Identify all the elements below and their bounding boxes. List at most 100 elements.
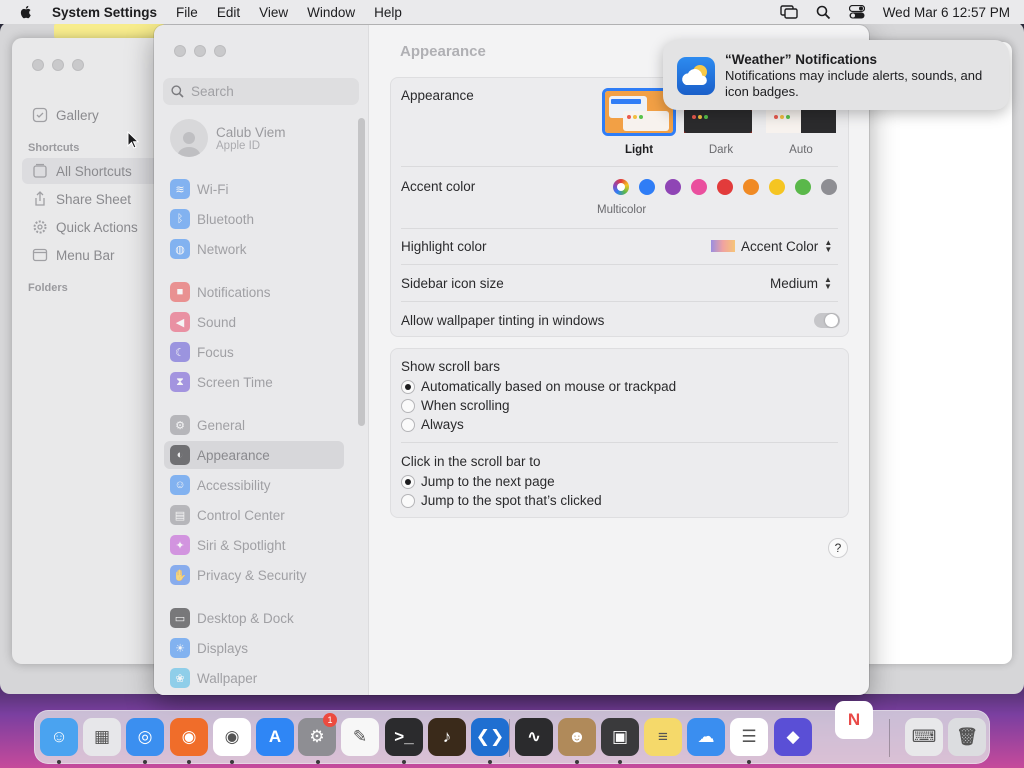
menu-help[interactable]: Help <box>374 5 402 20</box>
shortcuts-item-all[interactable]: All Shortcuts <box>22 158 162 184</box>
background-document-window <box>862 42 1012 664</box>
app-store-dock-icon[interactable]: A <box>256 718 294 756</box>
sidebar-item-focus[interactable]: ☾ Focus <box>164 338 344 366</box>
sidebar-item-notifications[interactable]: ■ Notifications <box>164 278 344 306</box>
sidebar-item-screen-time[interactable]: ⧗ Screen Time <box>164 368 344 396</box>
menu-clock[interactable]: Wed Mar 6 12:57 PM <box>883 5 1010 20</box>
wallpaper-tinting-toggle[interactable] <box>814 313 840 328</box>
photo-booth-dock-icon[interactable]: ▣ <box>601 718 639 756</box>
sidebar-item-bluetooth[interactable]: ᛒ Bluetooth <box>164 205 344 233</box>
search-field[interactable]: Search <box>163 78 359 105</box>
avatar <box>170 119 208 157</box>
accent-graphite-swatch[interactable] <box>821 179 837 195</box>
theme-auto-label: Auto <box>789 144 813 156</box>
notes-dock-icon[interactable]: ≡ <box>644 718 682 756</box>
menu-edit[interactable]: Edit <box>217 5 240 20</box>
sidebar-icon-size-popup[interactable]: Medium ▲ ▼ <box>770 274 834 292</box>
highlight-color-value: Accent Color <box>741 238 819 254</box>
accent-multicolor-swatch[interactable] <box>613 179 629 195</box>
sidebar-item-label: Wi-Fi <box>197 181 229 197</box>
accent-red-swatch[interactable] <box>717 179 733 195</box>
chevron-updown-icon: ▲ ▼ <box>824 275 832 291</box>
textedit-dock-icon[interactable]: ✎ <box>341 718 379 756</box>
profile-name: Calub Viem <box>216 124 286 140</box>
control-center-icon: ▤ <box>170 505 190 525</box>
garageband-dock-icon[interactable]: ♪ <box>428 718 466 756</box>
running-indicator <box>187 760 191 764</box>
bluetooth-icon: ᛒ <box>170 209 190 229</box>
sidebar-item-appearance[interactable]: ◐ Appearance <box>164 441 344 469</box>
settings-sidebar: Search Calub Viem Apple ID ≋ Wi-Fi ᛒ Blueto… <box>154 25 369 695</box>
shortcuts-item-quick-actions[interactable]: Quick Actions <box>22 214 162 240</box>
sidebar-item-label: General <box>197 417 246 433</box>
highlight-color-popup[interactable]: Accent Color ▲ ▼ <box>711 237 834 255</box>
click-spot-radio[interactable] <box>401 494 415 508</box>
accent-purple-swatch[interactable] <box>665 179 681 195</box>
weather-notification-banner[interactable]: “Weather” Notifications Notifications ma… <box>663 40 1009 110</box>
weather-dock-icon[interactable]: ☁ <box>687 718 725 756</box>
trash-dock-icon[interactable]: 🗑 <box>948 718 986 756</box>
search-placeholder: Search <box>191 84 234 99</box>
sidebar-item-wallpaper[interactable]: ❀ Wallpaper <box>164 664 344 692</box>
sidebar-item-accessibility[interactable]: ☺ Accessibility <box>164 471 344 499</box>
contacts-dock-icon[interactable]: ☻ <box>558 718 596 756</box>
accent-pink-swatch[interactable] <box>691 179 707 195</box>
sidebar-item-siri-spotlight[interactable]: ✦ Siri & Spotlight <box>164 531 344 559</box>
terminal-dock-icon[interactable]: >_ <box>385 718 423 756</box>
sidebar-item-displays[interactable]: ☀ Displays <box>164 634 344 662</box>
apple-id-profile[interactable]: Calub Viem Apple ID <box>170 119 286 157</box>
sidebar-item-network[interactable]: ◍ Network <box>164 235 344 263</box>
sidebar-item-general[interactable]: ⚙ General <box>164 411 344 439</box>
minimize-button[interactable] <box>194 45 206 57</box>
accent-yellow-swatch[interactable] <box>769 179 785 195</box>
close-button[interactable] <box>174 45 186 57</box>
screen-mirroring-icon[interactable] <box>779 5 798 19</box>
finder-dock-icon[interactable]: ☺ <box>40 718 78 756</box>
click-next-page-radio[interactable] <box>401 475 415 489</box>
running-indicator <box>143 760 147 764</box>
scroll-bars-auto-radio[interactable] <box>401 380 415 394</box>
theme-dark-label: Dark <box>708 144 734 156</box>
vscode-dock-icon[interactable]: ❮❯ <box>471 718 509 756</box>
control-center-icon[interactable] <box>848 5 865 19</box>
accent-orange-swatch[interactable] <box>743 179 759 195</box>
apple-icon[interactable] <box>18 4 34 20</box>
menu-app-name[interactable]: System Settings <box>52 5 157 20</box>
menu-window[interactable]: Window <box>307 5 355 20</box>
safari-dock-icon[interactable]: ◎ <box>126 718 164 756</box>
news-dock-icon[interactable]: N <box>835 701 873 739</box>
shortcuts-item-share-sheet[interactable]: Share Sheet <box>22 186 162 212</box>
sidebar-item-sound[interactable]: ◀ Sound <box>164 308 344 336</box>
spotlight-search-icon[interactable] <box>816 5 831 20</box>
scroll-bars-when-scrolling-radio[interactable] <box>401 399 415 413</box>
shortcuts-dock-icon[interactable]: ◆ <box>774 718 812 756</box>
sidebar-scrollbar[interactable] <box>358 118 365 426</box>
scroll-bars-always-radio[interactable] <box>401 418 415 432</box>
launchpad-dock-icon[interactable]: ▦ <box>83 718 121 756</box>
zoom-button[interactable] <box>72 59 84 71</box>
minimize-button[interactable] <box>52 59 64 71</box>
sidebar-item-desktop-dock[interactable]: ▭ Desktop & Dock <box>164 604 344 632</box>
sidebar-item-control-center[interactable]: ▤ Control Center <box>164 501 344 529</box>
chrome-dock-icon[interactable]: ◉ <box>213 718 251 756</box>
sidebar-item-privacy-security[interactable]: ✋ Privacy & Security <box>164 561 344 589</box>
menu-view[interactable]: View <box>259 5 288 20</box>
close-button[interactable] <box>32 59 44 71</box>
keyboard-viewer-dock-icon[interactable]: ⌨ <box>905 718 943 756</box>
focus-icon: ☾ <box>170 342 190 362</box>
accent-green-swatch[interactable] <box>795 179 811 195</box>
menu-file[interactable]: File <box>176 5 198 20</box>
notifications-icon: ■ <box>170 282 190 302</box>
sidebar-item-label: Wallpaper <box>197 670 258 686</box>
sidebar-item-wi-fi[interactable]: ≋ Wi-Fi <box>164 175 344 203</box>
shortcuts-gallery[interactable]: Gallery <box>22 102 162 128</box>
shortcuts-item-menu-bar[interactable]: Menu Bar <box>22 242 162 268</box>
voice-memos-dock-icon[interactable]: ∿ <box>515 718 553 756</box>
reminders-dock-icon[interactable]: ☰ <box>730 718 768 756</box>
running-indicator <box>575 760 579 764</box>
help-button[interactable]: ? <box>828 538 848 558</box>
firefox-dock-icon[interactable]: ◉ <box>170 718 208 756</box>
zoom-button[interactable] <box>214 45 226 57</box>
notification-body: Notifications may include alerts, sounds… <box>725 68 983 99</box>
accent-blue-swatch[interactable] <box>639 179 655 195</box>
